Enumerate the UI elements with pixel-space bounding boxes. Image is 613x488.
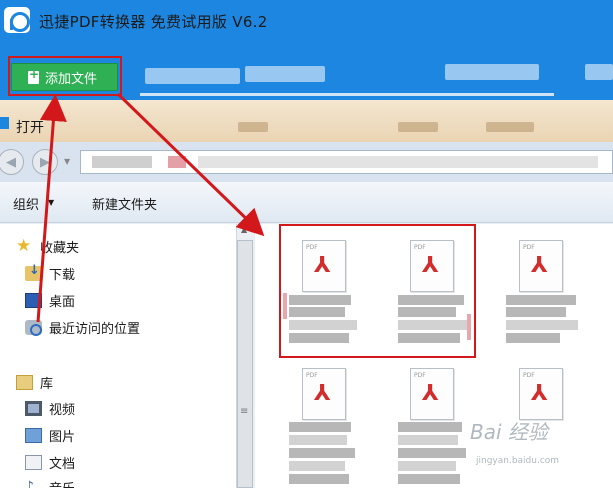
video-icon bbox=[25, 400, 42, 416]
file-name-blurred bbox=[398, 435, 458, 445]
nav-item-label: 图片 bbox=[49, 429, 76, 445]
file-name-blurred bbox=[289, 435, 347, 445]
document-icon bbox=[25, 454, 42, 470]
nav-item-recent-places[interactable]: 最近访问的位置 bbox=[25, 317, 140, 337]
baidu-watermark: Bai 经验 bbox=[470, 420, 548, 444]
nav-item-music[interactable]: ♪ 音乐 bbox=[25, 477, 75, 488]
app-title: 迅捷PDF转换器 免费试用版 V6.2 bbox=[39, 13, 268, 31]
toolbar-blurred-region bbox=[245, 66, 325, 82]
file-name-blurred bbox=[398, 448, 466, 458]
file-name-blurred bbox=[289, 422, 351, 432]
recent-places-icon bbox=[25, 319, 42, 336]
history-dropdown-icon[interactable]: ▼ bbox=[64, 157, 74, 167]
dialog-icon bbox=[0, 117, 9, 129]
dialog-blurred-region bbox=[238, 122, 268, 132]
file-name-blurred bbox=[506, 295, 576, 305]
nav-item-label: 视频 bbox=[49, 402, 76, 418]
pdf-file-icon[interactable]: ⅄ bbox=[519, 240, 563, 292]
file-name-blurred bbox=[398, 422, 462, 432]
picture-icon bbox=[25, 427, 42, 443]
address-blurred-region bbox=[168, 156, 186, 168]
organize-button[interactable]: 组织 bbox=[13, 194, 39, 213]
address-blurred-region bbox=[92, 156, 152, 168]
nav-item-downloads[interactable]: 下载 bbox=[25, 263, 75, 283]
nav-item-label: 下载 bbox=[49, 267, 76, 283]
forward-button[interactable]: ▶ bbox=[32, 149, 58, 175]
pdf-file-icon[interactable]: ⅄ bbox=[410, 368, 454, 420]
download-folder-icon bbox=[25, 263, 42, 281]
nav-libraries-label: 库 bbox=[40, 376, 54, 392]
scroll-up-arrow-icon[interactable]: ▲ bbox=[241, 225, 247, 234]
file-name-blurred bbox=[506, 333, 560, 343]
nav-item-videos[interactable]: 视频 bbox=[25, 398, 75, 418]
file-name-blurred bbox=[398, 474, 460, 484]
highlight-box-pdf-files bbox=[279, 224, 476, 358]
scroll-thumb[interactable] bbox=[237, 240, 253, 488]
file-name-blurred bbox=[506, 320, 578, 330]
dialog-blurred-region bbox=[398, 122, 438, 132]
nav-item-label: 桌面 bbox=[49, 294, 76, 310]
nav-item-documents[interactable]: 文档 bbox=[25, 452, 75, 472]
address-blurred-region bbox=[198, 156, 598, 168]
new-folder-button[interactable]: 新建文件夹 bbox=[92, 194, 157, 213]
nav-item-label: 最近访问的位置 bbox=[49, 321, 141, 337]
nav-libraries[interactable]: 库 bbox=[16, 372, 53, 392]
file-name-blurred bbox=[289, 448, 355, 458]
scroll-grip-icon: ≡ bbox=[240, 406, 249, 417]
file-name-blurred bbox=[506, 307, 566, 317]
desktop-icon bbox=[25, 292, 42, 308]
nav-item-pictures[interactable]: 图片 bbox=[25, 425, 75, 445]
nav-item-label: 文档 bbox=[49, 456, 76, 472]
toolbar-divider bbox=[140, 93, 554, 96]
file-name-blurred bbox=[289, 461, 345, 471]
toolbar-blurred-region bbox=[585, 64, 613, 80]
dialog-title: 打开 bbox=[16, 120, 44, 136]
music-icon: ♪ bbox=[25, 478, 34, 488]
app-logo-icon bbox=[4, 7, 30, 33]
file-name-blurred bbox=[398, 461, 456, 471]
back-arrow-icon: ◀ bbox=[6, 154, 16, 170]
pdf-file-icon[interactable]: ⅄ bbox=[519, 368, 563, 420]
nav-favorites[interactable]: ★ 收藏夹 bbox=[16, 236, 79, 256]
organize-dropdown-icon[interactable]: ▼ bbox=[48, 198, 54, 207]
baidu-watermark-url: jingyan.baidu.com bbox=[476, 456, 560, 466]
star-icon: ★ bbox=[16, 235, 32, 256]
toolbar-blurred-region bbox=[445, 64, 539, 80]
highlight-box-add-file bbox=[8, 56, 122, 96]
nav-item-label: 音乐 bbox=[49, 478, 75, 488]
library-icon bbox=[16, 374, 33, 390]
nav-item-desktop[interactable]: 桌面 bbox=[25, 290, 75, 310]
file-name-blurred bbox=[289, 474, 349, 484]
dialog-blurred-region bbox=[486, 122, 534, 132]
nav-favorites-label: 收藏夹 bbox=[40, 240, 80, 256]
toolbar-blurred-region bbox=[145, 68, 240, 84]
dialog-titlebar bbox=[0, 100, 613, 142]
forward-arrow-icon: ▶ bbox=[40, 154, 50, 170]
pdf-file-icon[interactable]: ⅄ bbox=[302, 368, 346, 420]
